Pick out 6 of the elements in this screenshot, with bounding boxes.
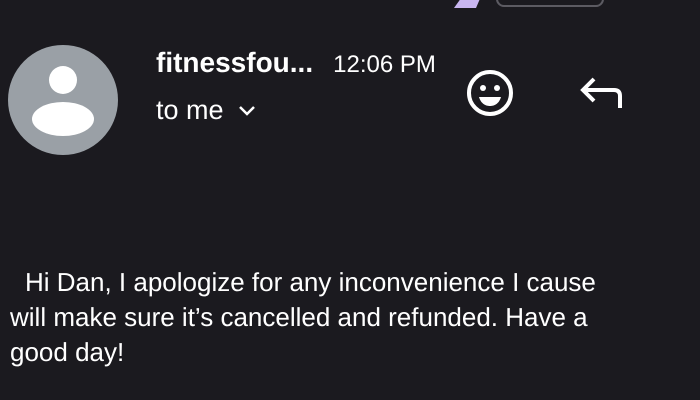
email-time: 12:06 PM bbox=[333, 51, 436, 79]
message-line: will make sure it’s cancelled and refunded. Have a bbox=[10, 301, 588, 334]
message-line: good day! bbox=[10, 336, 124, 369]
sender-name: fitnessfou... bbox=[156, 47, 314, 79]
message-line: Hi Dan, I apologize for any inconvenience I cause bbox=[24, 266, 596, 299]
recipient-label: to me bbox=[156, 95, 224, 126]
